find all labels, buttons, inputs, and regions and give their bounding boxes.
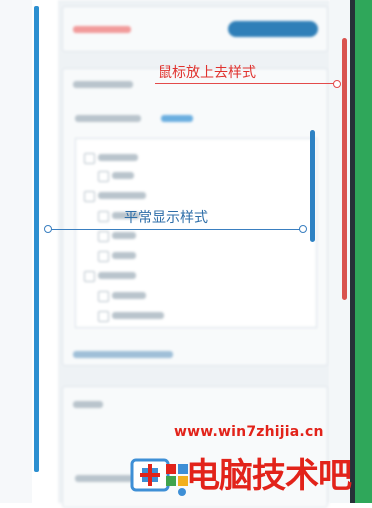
tree-checkbox[interactable] xyxy=(84,191,95,202)
tree-item-text xyxy=(112,292,146,299)
tree-checkbox[interactable] xyxy=(98,171,109,182)
tree-list xyxy=(75,138,317,328)
tree-checkbox[interactable] xyxy=(98,311,109,322)
tree-item-text xyxy=(112,252,136,259)
warning-text xyxy=(73,26,131,33)
hover-callout-dot xyxy=(333,80,341,88)
tree-checkbox[interactable] xyxy=(98,251,109,262)
green-edge-bar xyxy=(355,0,372,503)
hover-scrollbar[interactable] xyxy=(342,38,347,300)
tree-item-text xyxy=(112,312,164,319)
tree-checkbox[interactable] xyxy=(98,211,109,222)
footer-link[interactable] xyxy=(73,351,173,358)
section-heading xyxy=(73,81,133,88)
tree-checkbox[interactable] xyxy=(98,231,109,242)
normal-callout-line xyxy=(48,229,304,230)
normal-callout-dot-left xyxy=(44,225,52,233)
tree-item-text xyxy=(98,272,136,279)
left-pane xyxy=(0,0,32,503)
normal-scrollbar[interactable] xyxy=(310,130,315,242)
hover-style-label: 鼠标放上去样式 xyxy=(158,65,256,81)
option-label xyxy=(75,115,141,122)
tree-item-text xyxy=(112,232,136,239)
hover-callout-line xyxy=(155,83,338,84)
tree-item-text xyxy=(98,192,146,199)
watermark-brand: 电脑技术吧 xyxy=(186,456,352,496)
tree-checkbox[interactable] xyxy=(98,291,109,302)
bottom-heading xyxy=(73,401,103,408)
option-link[interactable] xyxy=(161,115,193,122)
watermark-url: www.win7zhijia.cn xyxy=(174,424,324,440)
tree-item-text xyxy=(98,154,138,161)
left-scrollbar[interactable] xyxy=(34,6,39,472)
normal-callout-dot-right xyxy=(299,225,307,233)
top-card xyxy=(62,6,328,52)
tree-item-text xyxy=(112,172,134,179)
normal-style-label: 平常显示样式 xyxy=(124,210,208,226)
right-pane xyxy=(330,0,350,503)
tree-checkbox[interactable] xyxy=(84,153,95,164)
tree-checkbox[interactable] xyxy=(84,271,95,282)
action-button[interactable] xyxy=(228,21,318,37)
